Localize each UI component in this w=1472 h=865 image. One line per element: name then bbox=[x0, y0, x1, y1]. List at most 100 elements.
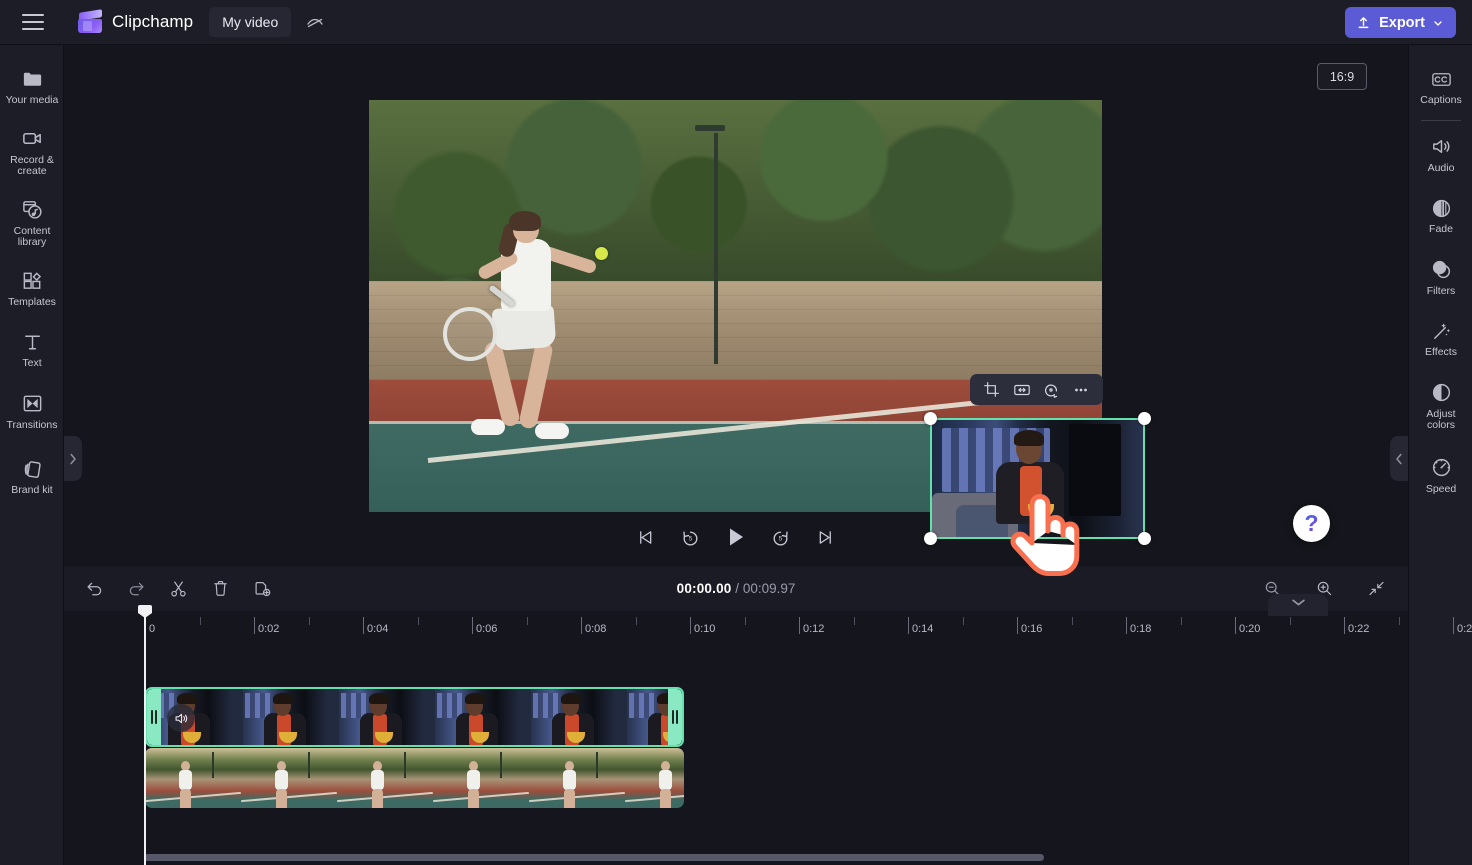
timeline-collapse-handle[interactable] bbox=[1268, 594, 1328, 616]
timeline-playhead[interactable] bbox=[138, 605, 152, 865]
timeline-toolbar: 00:00.00 / 00:09.97 bbox=[64, 566, 1408, 611]
undo-icon[interactable] bbox=[78, 574, 110, 604]
timeline-clip-tennis[interactable] bbox=[145, 748, 684, 808]
scissors-icon[interactable] bbox=[162, 574, 194, 604]
preview-tennis-ball bbox=[594, 247, 608, 261]
play-button[interactable] bbox=[723, 524, 749, 550]
ruler-tick-minor bbox=[1071, 617, 1073, 625]
skip-to-end-icon[interactable] bbox=[813, 524, 839, 550]
resize-handle-top-right[interactable] bbox=[1138, 412, 1151, 425]
fit-to-screen-icon[interactable] bbox=[1360, 574, 1392, 604]
eye-off-icon[interactable] bbox=[299, 7, 331, 37]
fade-icon bbox=[1429, 196, 1453, 220]
filters-circles-icon bbox=[1429, 258, 1453, 282]
sidebar-item-label: Transitions bbox=[6, 418, 58, 431]
clip-trim-handle-right[interactable] bbox=[668, 689, 682, 745]
chevron-down-icon bbox=[1434, 20, 1442, 26]
ruler-tick-label: 0:12 bbox=[803, 623, 825, 635]
chevron-right-icon bbox=[70, 453, 76, 464]
total-time: 00:09.97 bbox=[742, 581, 796, 596]
right-panel-collapse-toggle[interactable] bbox=[1390, 436, 1408, 481]
clipchamp-editor: Clipchamp My video Export Your media Rec… bbox=[0, 0, 1472, 865]
help-button[interactable]: ? bbox=[1293, 505, 1330, 542]
clip-trim-handle-left[interactable] bbox=[147, 689, 161, 745]
panel-item-audio[interactable]: Audio bbox=[1409, 127, 1472, 181]
clip-thumbnails bbox=[147, 689, 682, 745]
preview-pole bbox=[713, 132, 718, 364]
resize-handle-bottom-left[interactable] bbox=[924, 532, 937, 545]
more-horizontal-icon[interactable] bbox=[1070, 379, 1092, 401]
ruler-tick-minor bbox=[962, 617, 964, 625]
left-panel-collapse-toggle[interactable] bbox=[64, 436, 82, 481]
sidebar-item-brand-kit[interactable]: Brand kit bbox=[0, 449, 64, 503]
text-t-icon bbox=[20, 330, 44, 354]
sidebar-item-transitions[interactable]: Transitions bbox=[0, 384, 64, 438]
sidebar-item-templates[interactable]: Templates bbox=[0, 261, 64, 315]
redo-icon[interactable] bbox=[120, 574, 152, 604]
ruler-tick-label: 0:06 bbox=[476, 623, 498, 635]
time-display: 00:00.00 / 00:09.97 bbox=[677, 581, 796, 596]
panel-item-label: Effects bbox=[1425, 346, 1457, 358]
timeline-horizontal-scrollbar[interactable] bbox=[144, 854, 1044, 861]
aspect-ratio-button[interactable]: 16:9 bbox=[1317, 63, 1367, 90]
top-bar: Clipchamp My video Export bbox=[0, 0, 1472, 45]
sidebar-item-your-media[interactable]: Your media bbox=[0, 59, 64, 113]
panel-item-filters[interactable]: Filters bbox=[1409, 250, 1472, 304]
chevron-down-icon bbox=[1291, 599, 1305, 606]
sidebar-item-content-library[interactable]: Content library bbox=[0, 190, 64, 255]
ruler-tick-minor bbox=[1180, 617, 1182, 625]
panel-item-fade[interactable]: Fade bbox=[1409, 188, 1472, 242]
ruler-tick-label: 0:18 bbox=[1130, 623, 1152, 635]
resize-handle-bottom-right[interactable] bbox=[1138, 532, 1151, 545]
ruler-tick-label: 0:24 bbox=[1457, 623, 1472, 635]
crop-icon[interactable] bbox=[981, 379, 1003, 401]
ruler-tick-label: 0:10 bbox=[694, 623, 716, 635]
upload-arrow-icon bbox=[1358, 17, 1369, 29]
transitions-icon bbox=[20, 392, 44, 416]
sidebar-item-label: Record & create bbox=[10, 153, 54, 177]
magic-wand-icon bbox=[1429, 319, 1453, 343]
speedometer-icon bbox=[1429, 456, 1453, 480]
ruler-tick-minor bbox=[526, 617, 528, 625]
project-name-field[interactable]: My video bbox=[209, 7, 292, 37]
brand-name: Clipchamp bbox=[112, 12, 194, 31]
rotate-icon[interactable] bbox=[1040, 379, 1062, 401]
sidebar-item-label: Templates bbox=[8, 295, 56, 308]
clipchamp-logo-icon bbox=[78, 9, 103, 33]
clip-audio-toggle[interactable] bbox=[167, 704, 195, 732]
ruler-tick-label: 0:14 bbox=[912, 623, 934, 635]
forward-5-icon[interactable]: 5 bbox=[768, 524, 794, 550]
export-button[interactable]: Export bbox=[1345, 7, 1456, 38]
sidebar-item-label: Brand kit bbox=[11, 484, 53, 496]
panel-item-speed[interactable]: Speed bbox=[1409, 448, 1472, 502]
rewind-5-icon[interactable]: 5 bbox=[678, 524, 704, 550]
duplicate-icon[interactable] bbox=[246, 574, 278, 604]
ruler-tick-label: 0:02 bbox=[258, 623, 280, 635]
preview-tennis-player bbox=[435, 211, 635, 491]
svg-text:5: 5 bbox=[779, 535, 783, 542]
skip-to-start-icon[interactable] bbox=[633, 524, 659, 550]
timeline-track-1 bbox=[64, 687, 1408, 747]
left-sidebar: Your media Record & create Content libra… bbox=[0, 45, 64, 865]
panel-item-effects[interactable]: Effects bbox=[1409, 311, 1472, 365]
fit-width-icon[interactable] bbox=[1011, 379, 1033, 401]
hamburger-menu-icon[interactable] bbox=[16, 7, 50, 37]
sidebar-item-label: Text bbox=[22, 357, 42, 369]
panel-item-label: Filters bbox=[1426, 284, 1456, 297]
sidebar-item-text[interactable]: Text bbox=[0, 322, 64, 376]
timeline[interactable]: 0 0:02 0:04 0:06 0:08 0:10 0:12 0:14 0:16 0:18 0:2… bbox=[64, 605, 1472, 865]
timeline-ruler[interactable]: 0 0:02 0:04 0:06 0:08 0:10 0:12 0:14 0:16 0:18 0:2… bbox=[64, 611, 1472, 639]
panel-item-captions[interactable]: Captions bbox=[1409, 59, 1472, 113]
sidebar-divider bbox=[1420, 119, 1461, 121]
timeline-clip-interview[interactable] bbox=[145, 687, 684, 747]
half-circle-contrast-icon bbox=[1429, 381, 1453, 405]
panel-item-adjust-colors[interactable]: Adjust colors bbox=[1409, 373, 1472, 438]
sidebar-item-label: Content library bbox=[13, 224, 51, 248]
ruler-tick-label: 0 bbox=[149, 623, 156, 635]
sidebar-item-record-create[interactable]: Record & create bbox=[0, 119, 64, 184]
trash-icon[interactable] bbox=[204, 574, 236, 604]
svg-text:5: 5 bbox=[689, 535, 693, 542]
clip-floating-toolbar bbox=[970, 374, 1103, 405]
resize-handle-top-left[interactable] bbox=[924, 412, 937, 425]
sidebar-item-label: Your media bbox=[5, 94, 59, 106]
